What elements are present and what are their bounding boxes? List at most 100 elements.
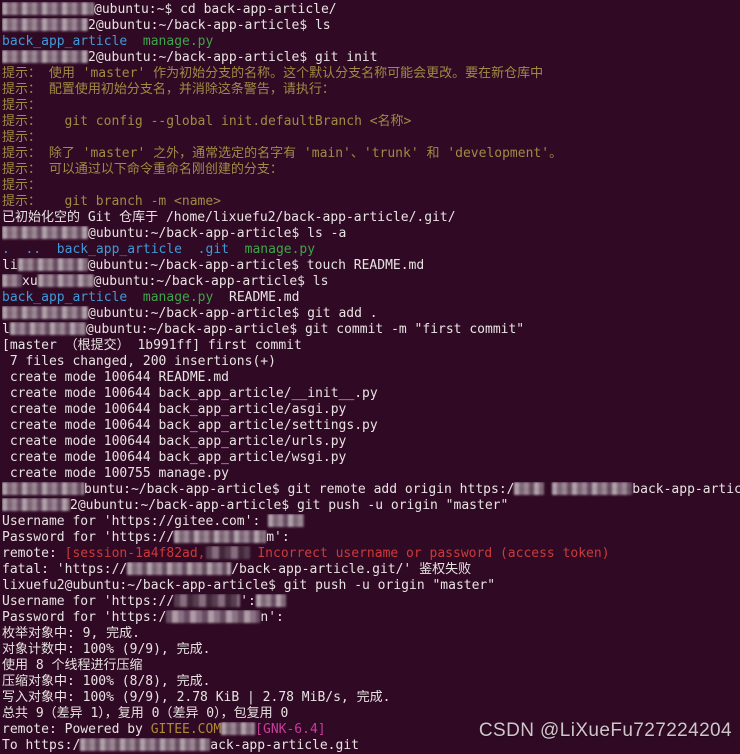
redacted-text-block	[2, 482, 84, 495]
terminal-text: /back-app-article.git/' 鉴权失败	[231, 562, 472, 577]
terminal-text: li	[2, 258, 18, 273]
terminal-line: Username for 'https:// ':	[2, 594, 740, 610]
terminal-text: README.md	[213, 290, 300, 305]
redacted-text-block	[514, 482, 545, 495]
redacted-text-block	[17, 258, 88, 271]
terminal-text: create mode 100644 back_app_article/wsgi…	[2, 450, 347, 465]
terminal-text: Incorrect username or password (access t…	[249, 546, 610, 561]
redacted-text-block	[2, 226, 88, 239]
terminal-text: l	[2, 322, 10, 337]
terminal-line: fatal: 'https:// /back-app-article.git/' …	[2, 562, 740, 578]
terminal-text: 2@ubuntu:~/back-app-article$ git init	[88, 50, 378, 65]
terminal-text: back_app_article	[2, 34, 128, 49]
terminal-line: 提示： git branch -m <name>	[2, 194, 740, 210]
redacted-text-block	[2, 498, 70, 511]
terminal-line: back_app_article manage.py	[2, 34, 740, 50]
terminal-line: Password for 'https:/ n':	[2, 610, 740, 626]
terminal-line: create mode 100644 back_app_article/asgi…	[2, 402, 740, 418]
terminal-text: GITEE.COM	[150, 722, 222, 737]
terminal-line: 提示：	[2, 98, 740, 114]
terminal-text: 枚举对象中: 9, 完成.	[2, 626, 140, 641]
terminal-text: remote:	[2, 546, 65, 561]
terminal-line: 提示：	[2, 178, 740, 194]
redacted-text-block	[127, 562, 232, 575]
terminal-line: @ubuntu:~$ cd back-app-article/	[2, 2, 740, 18]
terminal-text: 2@ubuntu:~/back-app-article$ git push -u…	[70, 498, 509, 513]
terminal-text: Password for 'https:/	[2, 610, 167, 625]
terminal-line: li @ubuntu:~/back-app-article$ touch READ…	[2, 258, 740, 274]
terminal-text: 提示： 可以通过以下命令重命名刚创建的分支：	[2, 162, 283, 177]
terminal-text: @ubuntu:~/back-app-article$ ls -a	[88, 226, 347, 241]
terminal-line: @ubuntu:~/back-app-article$ git add .	[2, 306, 740, 322]
terminal-text: ':	[240, 594, 256, 609]
terminal-line: buntu:~/back-app-article$ git remote add…	[2, 482, 740, 498]
terminal-text: manage.py	[142, 290, 214, 305]
terminal-output-area[interactable]: @ubuntu:~$ cd back-app-article/2@ubuntu:…	[2, 2, 740, 754]
csdn-watermark: CSDN @LiXueFu727224204	[478, 720, 732, 741]
terminal-text: 写入对象中: 100% (9/9), 2.78 KiB | 2.78 MiB/s…	[2, 690, 391, 705]
terminal-line: @ubuntu:~/back-app-article$ ls -a	[2, 226, 740, 242]
terminal-text: [master （根提交） 1b991ff] first commit	[2, 338, 302, 353]
redacted-text-block	[2, 18, 88, 31]
terminal-text: 对象计数中: 100% (9/9), 完成.	[2, 642, 211, 657]
terminal-text: 使用 8 个线程进行压缩	[2, 658, 143, 673]
terminal-text: @ubuntu:~/back-app-article$ git commit -…	[85, 322, 525, 337]
redacted-text-block	[174, 594, 241, 607]
terminal-text: @ubuntu:~$ cd back-app-article/	[94, 2, 337, 17]
terminal-line: create mode 100644 back_app_article/sett…	[2, 418, 740, 434]
terminal-line: 2@ubuntu:~/back-app-article$ git init	[2, 50, 740, 66]
terminal-text: create mode 100755 manage.py	[2, 466, 229, 481]
terminal-line: 7 files changed, 200 insertions(+)	[2, 354, 740, 370]
terminal-line: 压缩对象中: 100% (8/8), 完成.	[2, 674, 740, 690]
terminal-line: 提示： 除了 'master' 之外，通常选定的名字有 'main'、'trun…	[2, 146, 740, 162]
terminal-text: 提示：	[2, 98, 42, 113]
terminal-line: 已初始化空的 Git 仓库于 /home/lixuefu2/back-app-a…	[2, 210, 740, 226]
terminal-text: back-app-article.git	[632, 482, 740, 497]
terminal-text: @ubuntu:~/back-app-article$ ls	[93, 274, 329, 289]
terminal-text: 提示： 除了 'master' 之外，通常选定的名字有 'main'、'trun…	[2, 146, 563, 161]
terminal-text: 总共 9（差异 1），复用 0（差异 0），包复用 0	[2, 706, 289, 721]
redacted-text-block	[174, 530, 267, 543]
terminal-text: manage.py	[142, 34, 214, 49]
redacted-text-block	[221, 722, 256, 735]
terminal-line: 提示：	[2, 130, 740, 146]
terminal-line: create mode 100644 README.md	[2, 370, 740, 386]
terminal-line: Password for 'https:// m':	[2, 530, 740, 546]
terminal-text: 提示：	[2, 178, 42, 193]
terminal-text: m':	[266, 530, 290, 545]
terminal-line: 提示： 配置使用初始分支名，并消除这条警告，请执行：	[2, 82, 740, 98]
terminal-text: create mode 100644 back_app_article/sett…	[2, 418, 378, 433]
redacted-text-block	[2, 2, 94, 15]
terminal-window[interactable]: @ubuntu:~$ cd back-app-article/2@ubuntu:…	[0, 0, 740, 754]
terminal-line: l @ubuntu:~/back-app-article$ git commit …	[2, 322, 740, 338]
terminal-line: 2@ubuntu:~/back-app-article$ git push -u…	[2, 498, 740, 514]
terminal-text: Password for 'https://	[2, 530, 175, 545]
terminal-line: create mode 100644 back_app_article/__in…	[2, 386, 740, 402]
terminal-line: 提示： 可以通过以下命令重命名刚创建的分支：	[2, 162, 740, 178]
terminal-text: fatal: 'https://	[2, 562, 128, 577]
terminal-text: 已初始化空的 Git 仓库于 /home/lixuefu2/back-app-a…	[2, 210, 456, 225]
terminal-line: 提示： 使用 'master' 作为初始分支的名称。这个默认分支名称可能会更改。…	[2, 66, 740, 82]
terminal-text: . .. back_app_article	[2, 242, 183, 257]
terminal-line: create mode 100644 back_app_article/urls…	[2, 434, 740, 450]
terminal-text: create mode 100644 back_app_article/__in…	[2, 386, 378, 401]
terminal-text: Username for 'https://	[2, 594, 175, 609]
terminal-line: 对象计数中: 100% (9/9), 完成.	[2, 642, 740, 658]
terminal-line: Username for 'https://gitee.com':	[2, 514, 740, 530]
terminal-text: lixuefu2@ubuntu:~/back-app-article$ git …	[2, 578, 496, 593]
terminal-text: remote: Powered by	[2, 722, 151, 737]
terminal-text: 提示：	[2, 130, 42, 145]
redacted-text-block	[552, 482, 633, 495]
terminal-text: ack-app-article.git	[210, 738, 359, 753]
terminal-text: Username for 'https://gitee.com':	[2, 514, 269, 529]
redacted-text-block	[205, 546, 250, 559]
terminal-text: 提示： 配置使用初始分支名，并消除这条警告，请执行：	[2, 82, 335, 97]
terminal-text: @ubuntu:~/back-app-article$ touch README…	[87, 258, 425, 273]
terminal-text: 7 files changed, 200 insertions(+)	[2, 354, 276, 369]
terminal-text: 压缩对象中: 100% (8/8), 完成.	[2, 674, 211, 689]
